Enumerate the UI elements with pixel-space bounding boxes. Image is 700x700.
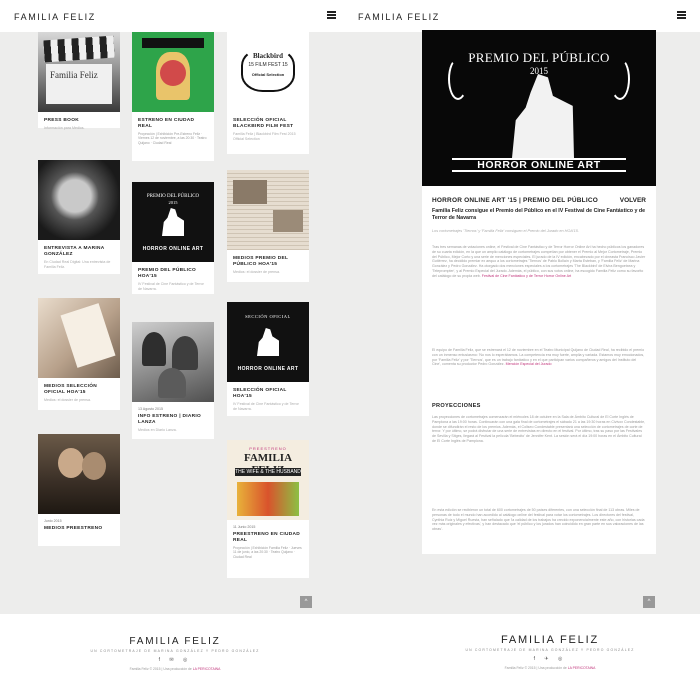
press-clipping-image [227, 170, 309, 250]
card-desc: Medios: el dossier de prensa. [44, 398, 91, 402]
card-meta: Proyección | Exhibición Familia Feliz · … [233, 546, 302, 559]
card-desc: Información para Medios. [44, 126, 85, 130]
card-title: MEDIOS PREESTRENO [44, 526, 103, 531]
footer-logo: FAMILIA FELIZ [129, 636, 221, 647]
hoa-label: HORROR ONLINE ART [142, 246, 204, 252]
hero-hoa-label: HORROR ONLINE ART [452, 158, 626, 172]
preestreno-photo [38, 434, 120, 514]
footer-logo: FAMILIA FELIZ [501, 634, 599, 646]
footer-copyright: Familia Feliz © 2015 | Una producción de… [400, 666, 700, 670]
back-to-top-button[interactable]: ^ [300, 596, 312, 608]
social-icons[interactable]: f ✉ ◎ [0, 657, 350, 663]
article-page: FAMILIA FELIZ PREMIO DEL PÚBLICO 2015 HO… [350, 0, 700, 700]
card-title: MEDIOS SELECCIÓN OFICIAL HOA'15 [44, 384, 98, 395]
card-title: ENTREVISTA A MARINA GONZÁLEZ [44, 246, 105, 257]
card-desc: IV Festival de Cine Fantástico y de Terr… [233, 402, 299, 411]
card-press-book[interactable]: Familia Feliz PRESS BOOK Información par… [38, 32, 120, 130]
mencion-link[interactable]: Mención Especial del Jurado [506, 362, 552, 366]
card-entrevista[interactable]: ENTREVISTA A MARINA GONZÁLEZ En Ciudad R… [38, 160, 120, 274]
magazine-image [38, 298, 120, 378]
copyright-text: Familia Feliz © 2015 | Una producción de [504, 666, 567, 670]
header-bar: FAMILIA FELIZ [0, 0, 350, 32]
card-desc: IV Festival de Cine Fantástico y de Terr… [138, 282, 204, 291]
premio-hero-image: PREMIO DEL PÚBLICO 2015 HORROR ONLINE AR… [422, 30, 656, 186]
clapperboard-image: Familia Feliz [38, 32, 120, 112]
card-preestreno[interactable]: PREESTRENO FAMILIA FELIZ THE WIFE & THE … [227, 440, 309, 578]
producer-link[interactable]: LA PERICOTAINA [193, 667, 221, 671]
copyright-text: Familia Feliz © 2015 | Una producción de [129, 667, 192, 671]
card-info-estreno[interactable]: 13 Agosto 2015 INFO ESTRENO | DIARIO LAN… [132, 322, 214, 439]
section-heading: PROYECCIONES [432, 403, 481, 409]
portrait-image [38, 160, 120, 240]
newspaper-photo [132, 322, 214, 402]
card-title: PREESTRENO EN CIUDAD REAL [233, 532, 301, 543]
card-title: SELECCIÓN OFICIAL HOA'15 [233, 388, 287, 399]
card-desc: Medios en Diario Lanza. [138, 428, 177, 432]
preestreno-poster: PREESTRENO FAMILIA FELIZ THE WIFE & THE … [227, 440, 309, 520]
article-card: PREMIO DEL PÚBLICO 2015 HORROR ONLINE AR… [422, 30, 656, 554]
card-medios-preestreno[interactable]: Junio 2015 MEDIOS PREESTRENO [38, 434, 120, 546]
article-body-1: Tras tres semanas de votaciones online, … [432, 245, 646, 279]
card-date: 11 Junio 2015 [233, 525, 256, 529]
hoa-label: HORROR ONLINE ART [237, 366, 299, 372]
festival-link[interactable]: Festival de Cine Fantástico y de Terror … [482, 274, 571, 278]
footer-tagline: UN CORTOMETRAJE DE MARINA GONZÁLEZ Y PED… [90, 649, 260, 653]
seleccion-poster: SECCIÓN OFICIAL HORROR ONLINE ART [227, 302, 309, 382]
article-title: HORROR ONLINE ART '15 | PREMIO DEL PÚBLI… [432, 197, 598, 204]
article-body-2: El equipo de Familia Feliz, que se estre… [432, 348, 646, 367]
card-premio-publico[interactable]: PREMIO DEL PÚBLICO 2015 HORROR ONLINE AR… [132, 182, 214, 294]
card-estreno[interactable]: ESTRENO EN CIUDAD REAL Proyección | Exhi… [132, 32, 214, 161]
footer-copyright: Familia Feliz © 2015 | Una producción de… [0, 667, 350, 671]
card-medios-seleccion[interactable]: MEDIOS SELECCIÓN OFICIAL HOA'15 Medios: … [38, 298, 120, 410]
menu-icon[interactable] [677, 11, 686, 19]
silhouette-icon [162, 208, 184, 236]
estreno-poster [132, 32, 214, 112]
card-desc: Medios: el dossier de prensa. [233, 270, 280, 274]
card-title: PRESS BOOK [44, 118, 79, 123]
menu-icon[interactable] [327, 11, 336, 19]
producer-link[interactable]: LA PERICOTAINA [568, 666, 596, 670]
card-title: MEDIOS PREMIO DEL PÚBLICO HOA'15 [233, 256, 289, 267]
card-medios-premio[interactable]: MEDIOS PREMIO DEL PÚBLICO HOA'15 Medios:… [227, 170, 309, 282]
social-icons[interactable]: f ✈ ◎ [400, 656, 700, 662]
card-title: INFO ESTRENO | DIARIO LANZA [138, 414, 202, 425]
card-title: ESTRENO EN CIUDAD REAL [138, 118, 195, 129]
article-body-4: En esta edición se recibieron un total d… [432, 508, 645, 532]
site-logo[interactable]: FAMILIA FELIZ [358, 12, 440, 22]
article-lead: Familia Feliz consigue el Premio del Púb… [432, 208, 646, 221]
card-date: 13 Agosto 2015 [138, 407, 163, 411]
site-logo[interactable]: FAMILIA FELIZ [14, 12, 96, 22]
footer-tagline: UN CORTOMETRAJE DE MARINA GONZÁLEZ Y PED… [465, 648, 635, 652]
back-to-top-button[interactable]: ^ [643, 596, 655, 608]
premio-poster: PREMIO DEL PÚBLICO 2015 HORROR ONLINE AR… [132, 182, 214, 262]
card-title: SELECCIÓN OFICIAL BLACKBIRD FILM FEST [233, 118, 294, 129]
header-bar: FAMILIA FELIZ [350, 0, 700, 32]
article-body-3: Las proyecciones de cortometrajes comenz… [432, 415, 646, 443]
card-title: PREMIO DEL PÚBLICO HOA'15 [138, 268, 197, 279]
grid-page: FAMILIA FELIZ Familia Feliz PRESS BOOK I… [0, 0, 350, 700]
card-seleccion-oficial[interactable]: SECCIÓN OFICIAL HORROR ONLINE ART SELECC… [227, 302, 309, 416]
footer: FAMILIA FELIZ UN CORTOMETRAJE DE MARINA … [350, 614, 700, 700]
card-desc: Familia Feliz | Blackbird Film Fest 2015… [233, 132, 296, 141]
blackbird-laurel: Blackbird 15 FILM FEST 15 Official Selec… [227, 32, 309, 112]
article-intro: Los cortometrajes 'Tiernos' y 'Familia F… [432, 229, 579, 233]
volver-link[interactable]: VOLVER [620, 197, 646, 204]
premio-label: PREMIO DEL PÚBLICO [146, 194, 200, 199]
card-blackbird[interactable]: Blackbird 15 FILM FEST 15 Official Selec… [227, 32, 309, 154]
card-desc: En Ciudad Real Digital: Una entrevista d… [44, 260, 111, 269]
card-meta: Proyección | Exhibición Pre-Estreno Feli… [138, 132, 207, 145]
seleccion-label: SECCIÓN OFICIAL [245, 314, 291, 319]
silhouette-icon [512, 74, 574, 158]
card-date: Junio 2015 [44, 519, 62, 523]
silhouette-icon [257, 328, 279, 356]
premio-year: 2015 [168, 200, 178, 205]
footer: FAMILIA FELIZ UN CORTOMETRAJE DE MARINA … [0, 614, 350, 700]
hero-premio-label: PREMIO DEL PÚBLICO [468, 50, 610, 65]
